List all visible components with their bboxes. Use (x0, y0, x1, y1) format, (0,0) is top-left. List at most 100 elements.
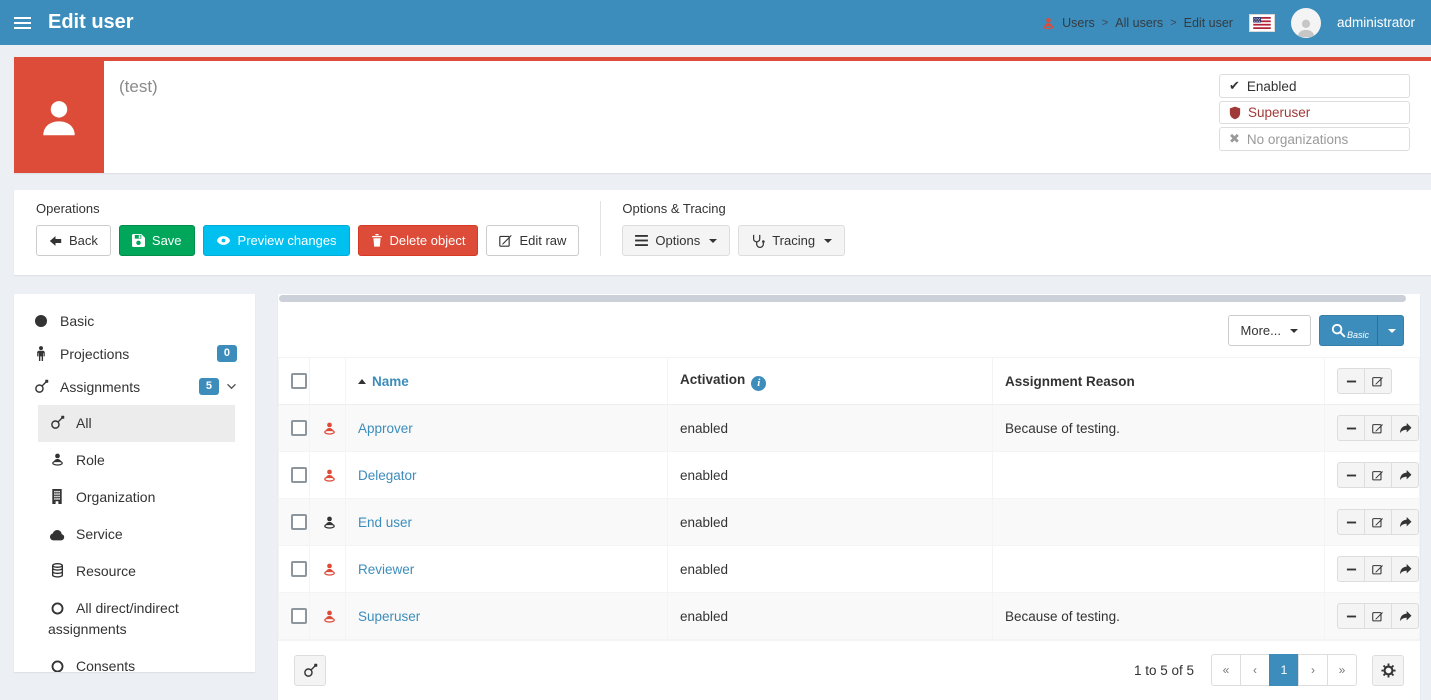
circle-outline-icon (48, 602, 66, 615)
status-badge-label: Enabled (1246, 78, 1297, 94)
first-page-button[interactable]: « (1211, 654, 1241, 686)
horizontal-scrollbar[interactable] (279, 295, 1406, 302)
name-sort-link[interactable]: Name (372, 374, 409, 389)
row-checkbox[interactable] (291, 608, 307, 625)
search-button[interactable]: Basic (1318, 315, 1377, 346)
save-floppy-icon (131, 234, 145, 247)
breadcrumb-separator: > (1170, 16, 1177, 29)
next-page-button[interactable]: › (1298, 654, 1328, 686)
submenu-item-service[interactable]: Service (38, 516, 235, 553)
menu-item-basic[interactable]: Basic (14, 305, 255, 337)
row-checkbox[interactable] (291, 514, 307, 531)
status-badge-no-organizations: ✖ No organizations (1219, 127, 1410, 151)
unassign-button[interactable] (1337, 462, 1365, 488)
last-page-button[interactable]: » (1327, 654, 1357, 686)
assignment-name-link[interactable]: Reviewer (358, 562, 414, 577)
user-display-name: (test) (119, 77, 158, 96)
role-icon (309, 404, 346, 452)
menu-item-assignments[interactable]: Assignments 5 (14, 370, 255, 403)
share-button[interactable] (1391, 462, 1419, 488)
options-tracing-section: Options & Tracing Options Tracing (622, 201, 846, 256)
role-icon (309, 545, 346, 593)
page-1-button[interactable]: 1 (1269, 654, 1299, 686)
reason-cell (992, 498, 1325, 546)
status-badge-label: No organizations (1246, 131, 1349, 147)
edit-all-button[interactable] (1364, 368, 1392, 394)
icon-column-header (309, 357, 346, 405)
unassign-button[interactable] (1337, 509, 1365, 535)
unassign-button[interactable] (1337, 603, 1365, 629)
unassign-all-button[interactable] (1337, 368, 1365, 394)
back-button[interactable]: Back (36, 225, 111, 256)
hamburger-menu-icon[interactable] (0, 0, 44, 45)
assignment-name-link[interactable]: End user (358, 515, 412, 530)
activation-column-header: Activation i (667, 357, 993, 405)
row-actions-cell (1324, 545, 1420, 593)
caret-down-icon (1387, 328, 1396, 333)
share-button[interactable] (1391, 509, 1419, 535)
submenu-item-role[interactable]: Role (38, 442, 235, 479)
caret-down-icon (1289, 328, 1298, 333)
row-checkbox[interactable] (291, 467, 307, 484)
submenu-item-all-direct-indirect[interactable]: All direct/indirect assignments (38, 590, 235, 648)
submenu-item-resource[interactable]: Resource (38, 553, 235, 590)
database-icon (48, 563, 66, 578)
assignment-name-link[interactable]: Superuser (358, 609, 420, 624)
prev-page-button[interactable]: ‹ (1240, 654, 1270, 686)
breadcrumb-users[interactable]: Users (1062, 16, 1095, 30)
circle-outline-icon (48, 660, 66, 672)
row-actions-cell (1324, 592, 1420, 640)
edit-button[interactable] (1364, 556, 1392, 582)
submenu-item-organization[interactable]: Organization (38, 479, 235, 516)
unassign-button[interactable] (1337, 415, 1365, 441)
role-icon (309, 498, 346, 546)
person-icon (43, 101, 75, 136)
info-icon[interactable]: i (751, 375, 767, 391)
save-button[interactable]: Save (118, 225, 195, 256)
options-dropdown-button[interactable]: Options (622, 225, 731, 256)
unassign-button[interactable] (1337, 556, 1365, 582)
edit-button[interactable] (1364, 415, 1392, 441)
submenu-item-consents[interactable]: Consents (38, 648, 235, 672)
search-mode-dropdown[interactable] (1377, 315, 1404, 346)
assignments-panel: More... Basic Name Activation i Assignme… (278, 294, 1420, 700)
assignment-icon (48, 415, 66, 430)
header-right: Users > All users > Edit user administra… (1042, 7, 1431, 38)
edit-raw-button[interactable]: Edit raw (486, 225, 580, 256)
operations-section: Operations Back Save Preview changes Del… (36, 201, 580, 256)
breadcrumb-edit-user: Edit user (1183, 15, 1233, 30)
preview-changes-button[interactable]: Preview changes (202, 225, 350, 256)
row-actions-cell (1324, 404, 1420, 452)
cloud-icon (48, 530, 66, 541)
menu-item-projections[interactable]: Projections 0 (14, 337, 255, 370)
reason-cell (992, 545, 1325, 593)
new-assignment-button[interactable] (294, 654, 326, 686)
edit-button[interactable] (1364, 462, 1392, 488)
more-dropdown-button[interactable]: More... (1227, 315, 1311, 346)
share-button[interactable] (1391, 556, 1419, 582)
breadcrumb-all-users[interactable]: All users (1115, 16, 1163, 30)
tracing-dropdown-button[interactable]: Tracing (738, 225, 846, 256)
share-button[interactable] (1391, 415, 1419, 441)
locale-flag-icon[interactable] (1248, 13, 1275, 32)
logged-in-username[interactable]: administrator (1337, 15, 1415, 30)
row-actions-cell (1324, 498, 1420, 546)
assignment-name-link[interactable]: Delegator (358, 468, 417, 483)
select-all-checkbox[interactable] (291, 373, 307, 390)
content-area: Basic Projections 0 Assignments 5 All Ro… (14, 294, 1420, 700)
activation-cell: enabled (667, 404, 993, 452)
delete-object-button[interactable]: Delete object (357, 225, 479, 256)
row-checkbox[interactable] (291, 420, 307, 437)
summary-tags: ✔ Enabled Superuser ✖ No organizations (1219, 74, 1410, 154)
avatar[interactable] (1290, 7, 1321, 38)
paging-settings-button[interactable] (1372, 654, 1404, 686)
page-title: Edit user (48, 11, 134, 33)
edit-button[interactable] (1364, 603, 1392, 629)
building-icon (48, 489, 66, 505)
edit-user-menu: Basic Projections 0 Assignments 5 All Ro… (14, 294, 255, 672)
edit-button[interactable] (1364, 509, 1392, 535)
row-checkbox[interactable] (291, 561, 307, 578)
share-button[interactable] (1391, 603, 1419, 629)
assignment-name-link[interactable]: Approver (358, 421, 413, 436)
submenu-item-all[interactable]: All (38, 405, 235, 443)
